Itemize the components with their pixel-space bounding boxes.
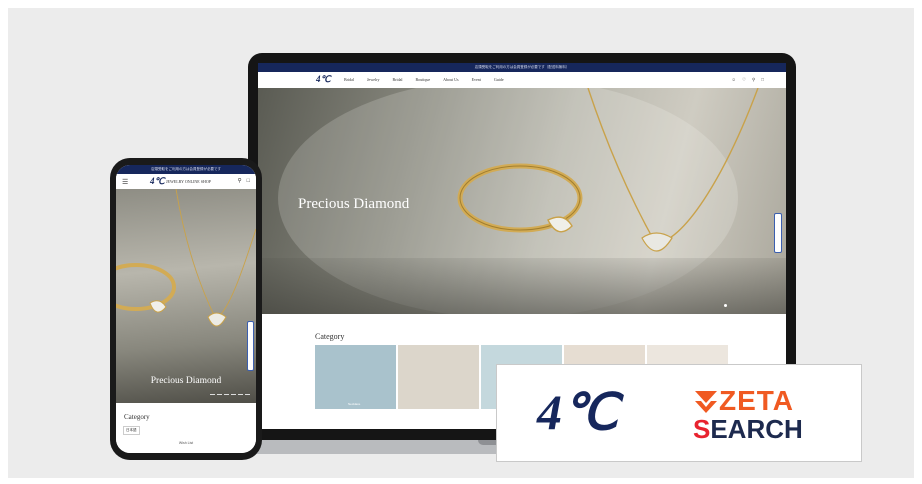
nav-item-boutique[interactable]: Boutique	[415, 77, 430, 82]
nav-item-event[interactable]: Event	[472, 77, 481, 82]
search-logo-word: SEARCH	[693, 416, 803, 442]
phone-mockup: 店頭受取をご利用の方は会員登録が必要です ☰ 4℃ JEWELRY ONLINE…	[110, 158, 262, 460]
desktop-category-title: Category	[315, 332, 345, 341]
slider-dot[interactable]	[724, 304, 727, 307]
hero-shadow	[258, 258, 786, 314]
mobile-bottom-section: Category 日本語 Wish List	[116, 403, 256, 453]
desktop-hero-banner[interactable]: Precious Diamond	[258, 88, 786, 314]
desktop-header-icons: ☺ ♡ ⚲ □	[731, 77, 764, 83]
cart-icon[interactable]: □	[761, 77, 764, 83]
mobile-side-tab[interactable]	[247, 321, 254, 371]
mobile-shop-name: JEWELRY ONLINE SHOP	[166, 179, 211, 184]
heart-icon[interactable]: ♡	[742, 77, 746, 83]
mobile-hero-banner[interactable]: Precious Diamond	[116, 189, 256, 403]
cart-icon[interactable]: □	[247, 178, 250, 184]
language-selector[interactable]: 日本語	[123, 426, 140, 435]
nav-item-bridal-2[interactable]: Bridal	[392, 77, 402, 82]
brand-logo-4c: 4℃	[537, 384, 619, 440]
account-icon[interactable]: ☺	[731, 77, 736, 83]
search-icon[interactable]: ⚲	[238, 178, 242, 184]
nav-item-jewelry[interactable]: Jewelry	[367, 77, 379, 82]
desktop-announcement-bar: 店頭受取をご利用の方は会員登録が必要です（配送料無料）	[258, 63, 786, 72]
desktop-nav: Bridal Jewelry Bridal Boutique About Us …	[344, 77, 504, 82]
category-thumb-2[interactable]	[398, 345, 479, 409]
desktop-hero-title: Precious Diamond	[298, 196, 410, 212]
mobile-site-screen: 店頭受取をご利用の方は会員登録が必要です ☰ 4℃ JEWELRY ONLINE…	[116, 165, 256, 453]
promo-stage: 店頭受取をご利用の方は会員登録が必要です（配送料無料） 4℃ Bridal Je…	[8, 8, 914, 478]
mobile-announcement-bar: 店頭受取をご利用の方は会員登録が必要です	[116, 165, 256, 174]
mobile-hero-image	[116, 189, 256, 327]
category-thumb-1[interactable]	[315, 345, 396, 409]
desktop-logo[interactable]: 4℃	[316, 74, 331, 85]
zeta-logo-word: ZETA	[719, 385, 795, 416]
mobile-hero-title: Precious Diamond	[150, 376, 222, 386]
zeta-mark-icon	[695, 391, 717, 413]
mobile-header: ☰ 4℃ JEWELRY ONLINE SHOP ⚲ □	[116, 174, 256, 189]
mobile-footer-link[interactable]: Wish List	[116, 441, 256, 445]
desktop-header: 4℃ Bridal Jewelry Bridal Boutique About …	[258, 72, 786, 89]
desktop-side-tab[interactable]	[774, 213, 782, 253]
category-thumb-label: Necklace	[348, 402, 361, 406]
hamburger-icon[interactable]: ☰	[122, 178, 128, 186]
mobile-category-title: Category	[124, 413, 150, 421]
nav-item-bridal[interactable]: Bridal	[344, 77, 354, 82]
search-icon[interactable]: ⚲	[752, 77, 755, 83]
nav-item-about[interactable]: About Us	[443, 77, 458, 82]
mobile-header-icons: ⚲ □	[238, 178, 250, 184]
search-logo-rest: EARCH	[710, 414, 803, 444]
search-logo-first-letter: S	[693, 414, 711, 444]
mobile-slider-dots[interactable]	[210, 394, 250, 395]
partner-logo-card: 4℃ ZETA SEARCH	[496, 364, 862, 462]
mobile-logo[interactable]: 4℃	[150, 176, 165, 187]
nav-item-guide[interactable]: Guide	[494, 77, 504, 82]
